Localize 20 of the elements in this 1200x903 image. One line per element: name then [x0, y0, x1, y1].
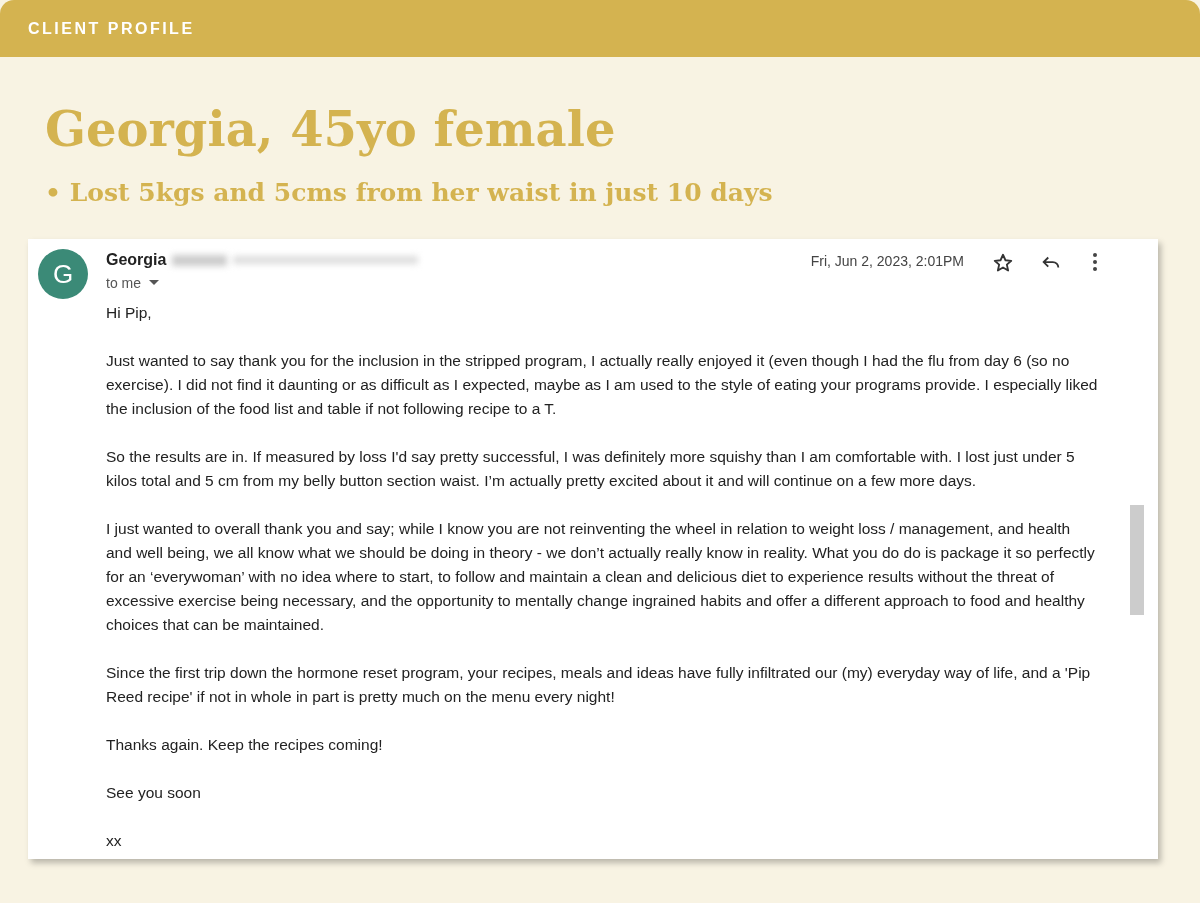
caret-icon[interactable] [149, 280, 159, 286]
page-title: Georgia, 45yo female [45, 100, 617, 159]
redaction-blur [172, 254, 228, 266]
email-paragraph: I just wanted to overall thank you and say; while I know you are not reinventing the wheel in relation to weight loss / management, and health and well being, we all know what we should be doing in theory - we don’t actually really know in reality. What you do do is package it so perfectly for an ‘everywoman’ with no idea where to start, to follow and maintain a clean and delicious diet to experience results without the threat of excessive exercise being necessary, and the opportunity to mentally change ingrained habits and offer a different approach to food and healthy choices that can be maintained. [106, 519, 1096, 635]
recipient-label: to me [106, 275, 141, 291]
email-date: Fri, Jun 2, 2023, 2:01PM [810, 253, 964, 269]
header-label: CLIENT PROFILE [28, 19, 195, 38]
scrollbar-thumb[interactable] [1130, 505, 1144, 615]
email-paragraph: xx [106, 831, 123, 851]
email-paragraph: Hi Pip, [106, 303, 153, 323]
email-paragraph: Just wanted to say thank you for the inclusion in the stripped program, I actually really enjoyed it (even though I had the flu from day 6 (so no exercise). I did not find it daunting or as difficult as I expected, maybe as I am used to the style of eating your programs provide. I especially liked the inclusion of the food list and table if not following recipe to a T. [106, 351, 1098, 419]
email-paragraph: Thanks again. Keep the recipes coming! [106, 735, 384, 755]
more-icon[interactable] [1092, 252, 1098, 272]
email-paragraph: See you soon [106, 783, 202, 803]
star-icon[interactable] [992, 252, 1014, 274]
avatar: G [38, 249, 88, 299]
email-paragraph: Since the first trip down the hormone reset program, your recipes, meals and ideas have fully infiltrated our (my) everyday way of life, and a 'Pip Reed recipe' if not in whole in part is pretty much on the menu every night! [106, 663, 1092, 707]
email-paragraph: So the results are in. If measured by loss I'd say pretty successful, I was definitely more squishy than I am comfortable with. I lost just under 5 kilos total and 5 cm from my belly button section waist. I’m actually pretty excited about it and will continue on a few more days. [106, 447, 1076, 491]
sender-name: Georgia [106, 251, 167, 269]
subtitle: • Lost 5kgs and 5cms from her waist in just 10 days [45, 177, 774, 209]
